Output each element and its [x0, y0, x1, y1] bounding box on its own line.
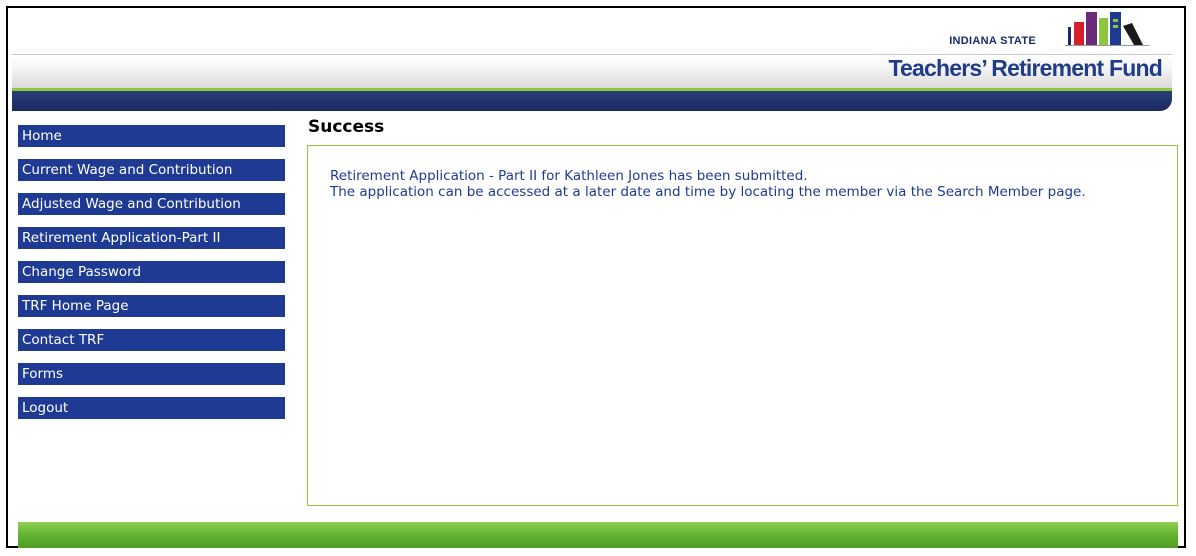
footer-bar: [18, 522, 1178, 548]
nav-item-home[interactable]: Home: [18, 125, 285, 147]
nav-item-trf-home[interactable]: TRF Home Page: [18, 295, 285, 317]
nav-item-adjusted-wage[interactable]: Adjusted Wage and Contribution: [18, 193, 285, 215]
logo-state-text: INDIANA STATE: [949, 35, 1036, 47]
sidebar-nav: Home Current Wage and Contribution Adjus…: [18, 125, 285, 431]
nav-item-change-password[interactable]: Change Password: [18, 261, 285, 283]
nav-item-current-wage[interactable]: Current Wage and Contribution: [18, 159, 285, 181]
logo-fund-text: Teachers’ Retirement Fund: [888, 55, 1162, 81]
nav-item-retirement-application[interactable]: Retirement Application-Part II: [18, 227, 285, 249]
page-title: Success: [308, 117, 385, 137]
nav-item-forms[interactable]: Forms: [18, 363, 285, 385]
success-message-box: Retirement Application - Part II for Kat…: [307, 145, 1178, 506]
header-navy-bar: [12, 91, 1172, 111]
message-line-2: The application can be accessed at a lat…: [330, 184, 1086, 200]
trf-logo[interactable]: INDIANA STATE Teachers’ Retirement Fund: [888, 10, 1163, 90]
nav-item-contact-trf[interactable]: Contact TRF: [18, 329, 285, 351]
nav-item-logout[interactable]: Logout: [18, 397, 285, 419]
message-line-1: Retirement Application - Part II for Kat…: [330, 168, 808, 184]
